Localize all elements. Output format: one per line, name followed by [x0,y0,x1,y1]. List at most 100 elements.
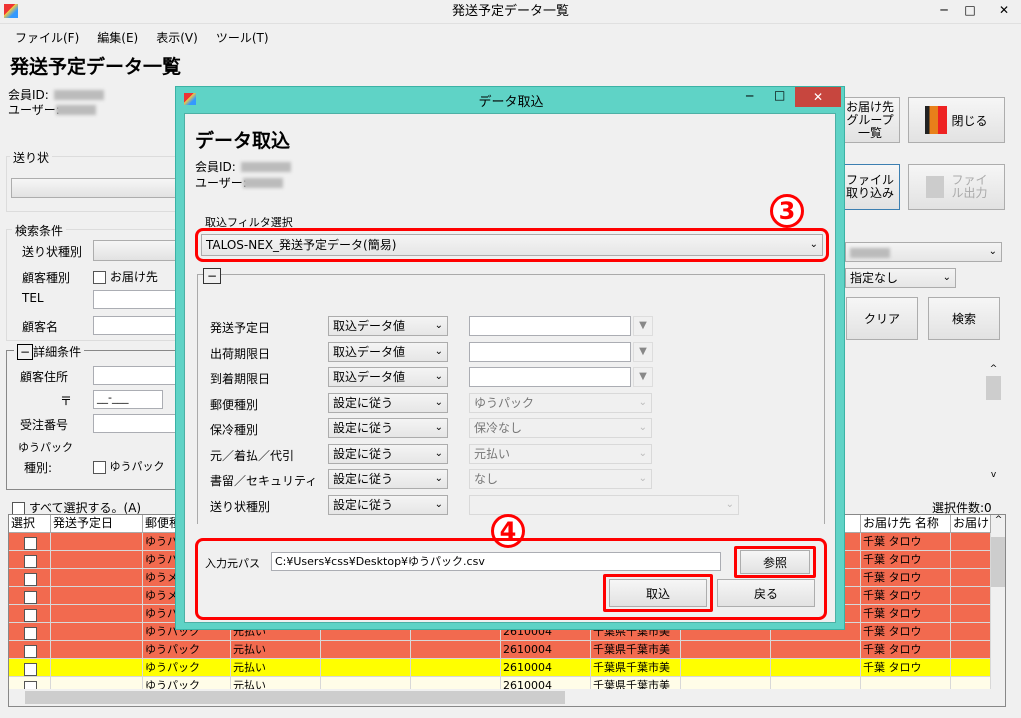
date-input[interactable] [469,341,631,362]
calendar-dropdown-icon[interactable]: ▼ [633,341,653,362]
column-header[interactable]: 発送予定日 [51,515,143,533]
row-checkbox[interactable] [9,641,51,659]
field-value-combo: 保冷なし ⌄ [469,418,652,438]
chevron-down-icon: ⌄ [638,447,647,459]
table-cell [51,587,143,605]
table-cell [951,641,991,659]
detail-label[interactable]: − 詳細条件 [14,343,85,360]
field-mode-value: 設定に従う [333,497,394,512]
dialog-body: データ取込 会員ID: ユーザー: 取込フィルタ選択 TALOS-NEX_発送予… [184,113,836,623]
dialog-maximize-button[interactable]: □ [774,88,785,102]
dialog-close-button[interactable]: ✕ [795,87,841,107]
field-mode-combo[interactable]: 設定に従う ⌄ [328,418,448,438]
field-mode-combo[interactable]: 取込データ値 ⌄ [328,341,448,362]
column-header[interactable]: 選択 [9,515,51,533]
field-mode-combo[interactable]: 設定に従う ⌄ [328,392,448,413]
menu-view[interactable]: 表示(V) [147,26,207,46]
slip-type-combo[interactable] [93,240,183,261]
filter-combo-value: TALOS-NEX_発送予定データ(簡易) [206,238,397,252]
zip-input[interactable]: __-___ [93,390,163,409]
close-window-button[interactable]: ✕ [990,0,1018,20]
row-checkbox[interactable] [9,551,51,569]
date-input[interactable] [469,316,631,336]
chevron-down-icon: ⌄ [434,320,443,331]
collapse-icon[interactable]: − [17,344,34,360]
import-button[interactable]: 取込 [609,579,707,607]
row-checkbox[interactable] [9,533,51,551]
path-input[interactable]: C:¥Users¥css¥Desktop¥ゆうパック.csv [271,552,721,571]
row-checkbox[interactable] [9,623,51,641]
collapse-icon[interactable]: − [203,268,221,284]
chevron-down-icon: ⌄ [638,396,647,408]
file-import-button[interactable]: ファイル取り込み [840,164,900,210]
field-mode-combo[interactable]: 設定に従う ⌄ [328,494,448,515]
back-button[interactable]: 戻る [717,579,815,607]
specify-combo[interactable]: 指定なし ⌄ [845,268,956,288]
table-cell [771,659,861,677]
filter-combo[interactable]: TALOS-NEX_発送予定データ(簡易) ⌄ [201,234,823,256]
order-no-input[interactable] [93,414,183,433]
field-mode-combo[interactable]: 設定に従う ⌄ [328,443,448,464]
table-cell: 千葉 タロウ [861,551,951,569]
table-cell: 千葉 タロウ [861,623,951,641]
dialog-user-value [243,178,283,188]
menu-file[interactable]: ファイル(F) [6,26,88,46]
table-cell [321,659,411,677]
table-cell: 元払い [231,659,321,677]
customer-name-input[interactable] [93,316,183,335]
table-cell [951,659,991,677]
field-mode-combo[interactable]: 取込データ値 ⌄ [328,367,448,387]
dialog-minimize-button[interactable]: ─ [746,89,753,103]
detail-scrollbar[interactable]: ^ v [986,364,1001,480]
address-input[interactable] [93,366,183,385]
row-checkbox[interactable] [9,605,51,623]
grid-vscrollbar[interactable]: ^ [991,515,1005,689]
user-combo[interactable]: ⌄ [845,242,1002,262]
grid-hscrollbar[interactable] [9,689,1005,706]
maximize-button[interactable]: □ [956,0,984,20]
table-row[interactable]: ゆうパック 元払い 2610004 千葉県千葉市美 千葉 タロウ [9,641,991,659]
table-cell: 2610004 [501,641,591,659]
export-icon [925,176,944,198]
group-list-button[interactable]: お届け先グループ一覧 [840,97,900,143]
chevron-down-icon: ⌄ [988,246,997,257]
customer-type-option-label: お届け先 [109,270,158,284]
row-checkbox[interactable] [9,587,51,605]
path-label: 入力元パス [205,557,260,570]
order-no-label: 受注番号 [20,418,69,432]
specify-combo-value: 指定なし [850,271,899,285]
table-cell [681,641,771,659]
yupack-checkbox[interactable]: ゆうパック [93,458,165,474]
browse-button[interactable]: 参照 [740,550,810,574]
close-button[interactable]: 閉じる [908,97,1005,143]
table-row[interactable]: ゆうパック 元払い 2610004 千葉県千葉市美 千葉 タロウ [9,659,991,677]
table-cell [681,659,771,677]
table-cell [51,623,143,641]
column-header[interactable]: お届け先 名称 [861,515,951,533]
tel-input[interactable] [93,290,183,309]
field-label: 元／着払／代引 [210,448,295,463]
customer-type-checkbox[interactable]: お届け先 [93,268,158,285]
menu-edit[interactable]: 編集(E) [88,26,147,46]
chevron-down-icon: ⌄ [809,239,818,250]
field-mode-combo[interactable]: 設定に従う ⌄ [328,469,448,489]
table-cell [51,551,143,569]
file-export-button[interactable]: ファイル出力 [908,164,1005,210]
okurijo-combo[interactable] [11,178,181,198]
row-checkbox[interactable] [9,659,51,677]
calendar-dropdown-icon[interactable]: ▼ [633,367,653,387]
minimize-button[interactable]: ─ [930,0,958,20]
date-input[interactable] [469,367,631,387]
column-header[interactable]: お届け [951,515,991,533]
calendar-dropdown-icon[interactable]: ▼ [633,316,653,336]
field-mode-combo[interactable]: 取込データ値 ⌄ [328,316,448,336]
table-cell [951,533,991,551]
annotation-3: 3 [770,194,804,228]
row-checkbox[interactable] [9,569,51,587]
window-title-bar: 発送予定データ一覧 [0,0,1021,24]
clear-button[interactable]: クリア [846,297,918,340]
search-button[interactable]: 検索 [928,297,1000,340]
user-label: ユーザー: [8,103,60,117]
menu-tools[interactable]: ツール(T) [207,26,278,46]
field-value: ゆうパック [474,395,535,410]
